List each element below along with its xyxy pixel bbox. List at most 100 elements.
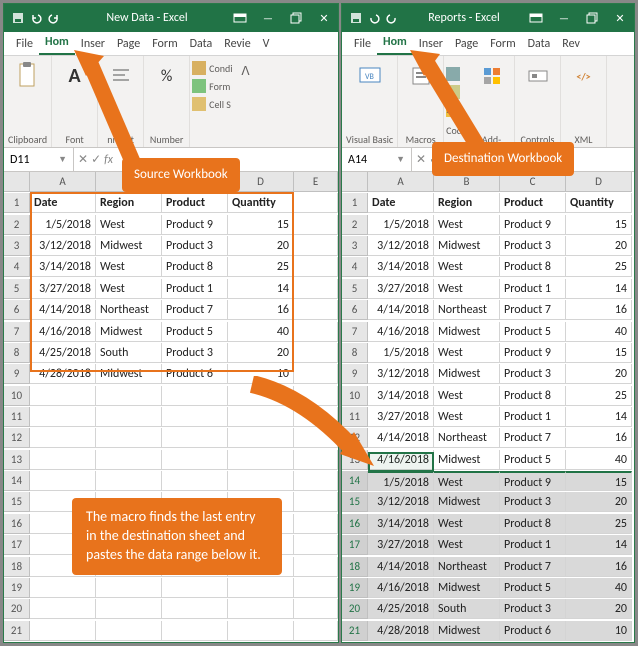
cell[interactable]: 4/14/2018 (368, 300, 434, 320)
cell[interactable]: Product 6 (500, 621, 566, 641)
column-header[interactable]: A (30, 172, 96, 192)
cell[interactable] (294, 407, 338, 427)
cell[interactable]: 1/5/2018 (30, 215, 96, 235)
cell[interactable] (96, 450, 162, 470)
cell[interactable]: West (434, 407, 500, 427)
save-icon[interactable] (12, 12, 24, 24)
row-header[interactable]: 10 (4, 386, 30, 406)
cell[interactable]: 4/16/2018 (368, 450, 434, 470)
cell[interactable] (96, 578, 162, 598)
format-as-table-item[interactable]: Form (192, 78, 232, 94)
cell[interactable]: 15 (566, 343, 632, 363)
cell[interactable]: 15 (228, 215, 294, 235)
cell[interactable]: Product 9 (500, 215, 566, 235)
row-header[interactable]: 16 (342, 514, 368, 534)
cell[interactable]: Midwest (434, 578, 500, 598)
redo-icon[interactable] (48, 12, 60, 24)
row-header[interactable]: 9 (342, 364, 368, 384)
cell[interactable]: Product 9 (500, 471, 566, 491)
cell[interactable]: West (434, 279, 500, 299)
ribbon-tab-page[interactable]: Page (449, 33, 484, 55)
cell[interactable]: Date (30, 193, 96, 213)
cell[interactable]: Midwest (434, 364, 500, 384)
row-header[interactable]: 1 (342, 193, 368, 213)
ribbon-group-macros[interactable]: Macros (398, 56, 444, 147)
row-header[interactable]: 15 (4, 492, 30, 512)
cell[interactable]: Northeast (96, 300, 162, 320)
cell[interactable]: 3/27/2018 (368, 407, 434, 427)
cell[interactable]: 4/25/2018 (368, 599, 434, 619)
row-header[interactable]: 21 (342, 621, 368, 641)
cell[interactable]: 20 (566, 492, 632, 512)
cell[interactable] (228, 386, 294, 406)
cell[interactable]: 15 (566, 215, 632, 235)
cell[interactable] (162, 471, 228, 491)
row-header[interactable]: 1 (4, 193, 30, 213)
minimize-icon[interactable]: — (550, 4, 578, 32)
cell[interactable]: 20 (566, 364, 632, 384)
cell[interactable]: Product 8 (162, 257, 228, 277)
cell[interactable] (96, 386, 162, 406)
cell[interactable] (294, 257, 338, 277)
cell[interactable] (294, 322, 338, 342)
cell[interactable]: Midwest (434, 322, 500, 342)
row-header[interactable]: 5 (4, 279, 30, 299)
cell[interactable]: Midwest (434, 450, 500, 470)
row-header[interactable]: 8 (4, 343, 30, 363)
cell[interactable]: West (434, 386, 500, 406)
ribbon-group-alignment[interactable]: nment (98, 56, 144, 147)
cell[interactable] (294, 343, 338, 363)
cell[interactable]: Quantity (228, 193, 294, 213)
close-icon[interactable]: ✕ (606, 4, 634, 32)
undo-icon[interactable] (30, 12, 42, 24)
cell[interactable]: Midwest (434, 236, 500, 256)
row-header[interactable]: 20 (4, 599, 30, 619)
row-header[interactable]: 6 (4, 300, 30, 320)
cell[interactable] (30, 386, 96, 406)
row-header[interactable]: 19 (4, 578, 30, 598)
cell[interactable]: 20 (228, 236, 294, 256)
row-header[interactable]: 12 (4, 428, 30, 448)
cell[interactable]: 3/12/2018 (368, 236, 434, 256)
name-box[interactable]: D11▼ (4, 148, 74, 171)
row-header[interactable]: 18 (342, 557, 368, 577)
cell[interactable] (228, 578, 294, 598)
cell[interactable]: 4/14/2018 (368, 428, 434, 448)
cell[interactable] (30, 428, 96, 448)
cell[interactable] (294, 193, 338, 213)
row-header[interactable]: 2 (4, 215, 30, 235)
fx-icon[interactable]: fx (104, 153, 113, 167)
cell[interactable]: Product 9 (500, 343, 566, 363)
cell[interactable]: West (96, 215, 162, 235)
cell[interactable]: Product 3 (500, 599, 566, 619)
ribbon-group-clipboard[interactable]: Clipboard (4, 56, 52, 147)
cell[interactable]: 4/16/2018 (368, 578, 434, 598)
cell[interactable] (294, 599, 338, 619)
ribbon-tab-page[interactable]: Page (111, 33, 146, 55)
cell[interactable] (228, 450, 294, 470)
cell[interactable]: 14 (566, 407, 632, 427)
cell[interactable]: 14 (566, 535, 632, 555)
row-header[interactable]: 3 (342, 236, 368, 256)
ribbon-group-addins[interactable]: Add- (469, 56, 515, 147)
cell[interactable]: Product 5 (500, 578, 566, 598)
cell[interactable] (228, 471, 294, 491)
cell[interactable] (96, 407, 162, 427)
cell[interactable]: 3/14/2018 (30, 257, 96, 277)
row-header[interactable]: 11 (4, 407, 30, 427)
cell[interactable] (294, 215, 338, 235)
cell[interactable] (294, 279, 338, 299)
cell[interactable]: 4/16/2018 (368, 322, 434, 342)
cell[interactable]: 3/12/2018 (368, 492, 434, 512)
cell[interactable]: 25 (566, 257, 632, 277)
ribbon-group-xml[interactable]: </> XML (561, 56, 607, 147)
ribbon-tab-data[interactable]: Data (184, 33, 219, 55)
cell[interactable]: Product 1 (162, 279, 228, 299)
cell[interactable] (30, 599, 96, 619)
cell[interactable] (228, 599, 294, 619)
cell[interactable] (294, 578, 338, 598)
ribbon-tab-data[interactable]: Data (522, 33, 557, 55)
ribbon-tab-file[interactable]: File (348, 33, 377, 55)
cell[interactable] (294, 535, 338, 555)
cell[interactable]: Product 8 (500, 514, 566, 534)
